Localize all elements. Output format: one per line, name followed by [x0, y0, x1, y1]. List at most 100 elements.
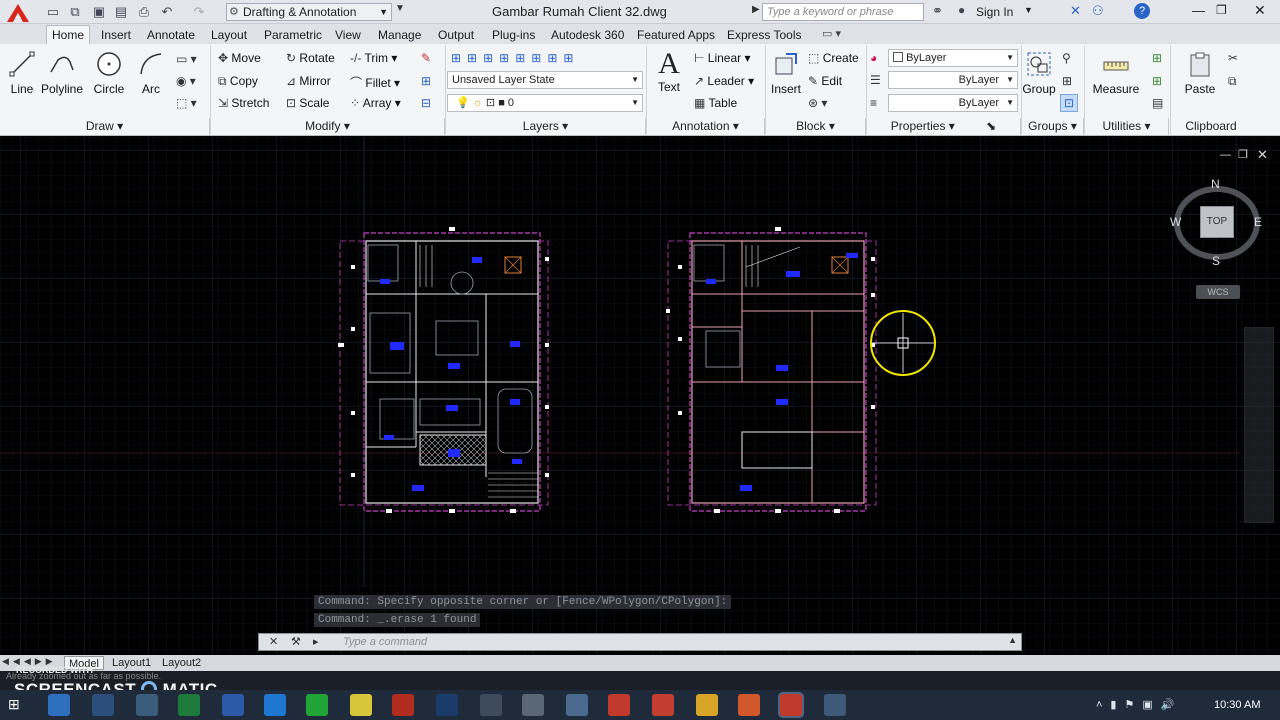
linetype-dropdown[interactable]: ByLayer ▼ — [888, 71, 1018, 89]
text-button[interactable]: A Text — [652, 48, 686, 95]
redo-icon[interactable]: ↷ — [190, 3, 208, 21]
tab-layout2[interactable]: Layout2 — [158, 656, 205, 670]
calculator-icon[interactable]: ▤ — [1152, 96, 1163, 110]
lineweight-dropdown[interactable]: ByLayer ▼ — [888, 94, 1018, 112]
taskbar-photoshop-icon[interactable] — [436, 694, 458, 716]
group-button[interactable]: Group — [1022, 50, 1056, 96]
ribbon-minimize-icon[interactable]: ▭ ▾ — [822, 27, 841, 40]
table-button[interactable]: ▦ Table — [694, 96, 737, 110]
tab-view[interactable]: View — [330, 26, 366, 44]
restore-icon[interactable]: ❐ — [1216, 3, 1227, 17]
cut-icon[interactable]: ✂ — [1228, 51, 1238, 65]
chevron-down-icon[interactable]: ▼ — [1024, 5, 1033, 15]
taskbar-green-app-icon[interactable] — [306, 694, 328, 716]
user-icon[interactable]: ● — [958, 3, 965, 17]
insert-block-button[interactable]: Insert — [768, 50, 804, 96]
open-file-icon[interactable]: ⧉ — [66, 3, 84, 21]
tab-express-tools[interactable]: Express Tools — [722, 26, 806, 44]
polyline-button[interactable]: Polyline — [38, 50, 86, 96]
tab-output[interactable]: Output — [433, 26, 479, 44]
taskbar-app-icon[interactable] — [480, 694, 502, 716]
tab-autodesk-360[interactable]: Autodesk 360 — [546, 26, 629, 44]
command-input[interactable]: Type a command — [343, 636, 427, 648]
taskbar-red-app-icon[interactable] — [652, 694, 674, 716]
stretch-button[interactable]: ⇲ Stretch — [218, 96, 269, 110]
close-command-icon[interactable]: ✕ — [269, 635, 278, 648]
layer-state-dropdown[interactable]: Unsaved Layer State ▼ — [447, 71, 643, 89]
match-properties-icon[interactable]: ◕ — [870, 51, 877, 65]
hatch-icon[interactable]: ◉ ▾ — [176, 74, 196, 88]
stay-connected-icon[interactable]: ⚇ — [1092, 3, 1104, 19]
compass-east[interactable]: E — [1254, 215, 1262, 229]
compass-west[interactable]: W — [1170, 215, 1181, 229]
system-tray-icons[interactable]: ˄▮⚑▣🔊 — [1096, 698, 1182, 711]
copy-clip-icon[interactable]: ⧉ — [1228, 74, 1237, 89]
utilities-panel-title[interactable]: Utilities ▾ — [1085, 118, 1169, 135]
taskbar-word-icon[interactable] — [222, 694, 244, 716]
line-button[interactable]: Line — [4, 50, 40, 96]
create-block-button[interactable]: ⬚ Create — [808, 51, 859, 65]
trim-button[interactable]: -/- Trim ▾ — [350, 51, 397, 65]
layer-tools-icons[interactable]: ⊞⊞⊞⊞⊞⊞⊞⊞ — [451, 51, 579, 65]
tab-parametric[interactable]: Parametric — [259, 26, 327, 44]
erase-icon[interactable]: ✎ — [421, 51, 431, 65]
block-panel-title[interactable]: Block ▾ — [766, 118, 866, 135]
groups-panel-title[interactable]: Groups ▾ — [1022, 118, 1084, 135]
arc-button[interactable]: Arc — [136, 50, 166, 96]
tab-manage[interactable]: Manage — [373, 26, 426, 44]
circle-button[interactable]: Circle — [90, 50, 128, 96]
select-all-icon[interactable]: ⊞ — [1152, 74, 1162, 88]
modify-panel-title[interactable]: Modify ▾ — [211, 118, 445, 135]
taskbar-ie-icon[interactable] — [48, 694, 70, 716]
taskbar-autocad-active-icon[interactable] — [780, 694, 802, 716]
drawing-canvas[interactable]: — ❐ ✕ TOP N S E W WCS Command: Specify o… — [0, 137, 1280, 655]
viewcube-top-face[interactable]: TOP — [1200, 206, 1234, 238]
rotate-button[interactable]: ↻ Rotate — [286, 51, 335, 65]
boundary-icon[interactable]: ⬚ ▾ — [176, 96, 197, 110]
leader-button[interactable]: ↗ Leader ▾ — [694, 74, 754, 88]
fillet-button[interactable]: ⌒ Fillet ▾ — [350, 74, 400, 91]
plot-icon[interactable]: ⎙ — [135, 3, 153, 21]
tab-home[interactable]: Home — [46, 25, 91, 44]
save-as-icon[interactable]: ▤ — [112, 3, 130, 21]
taskbar-pdf-icon[interactable] — [392, 694, 414, 716]
ungroup-icon[interactable]: ⚲ — [1062, 51, 1071, 65]
tab-layout1[interactable]: Layout1 — [108, 656, 155, 670]
taskbar-media-icon[interactable] — [136, 694, 158, 716]
array-button[interactable]: ⁘ Array ▾ — [350, 96, 401, 110]
viewport-minimize-icon[interactable]: — — [1220, 149, 1231, 161]
edit-block-button[interactable]: ✎ Edit — [808, 74, 842, 88]
taskbar-edge-icon[interactable] — [264, 694, 286, 716]
measure-button[interactable]: Measure — [1090, 50, 1142, 96]
close-icon[interactable]: ✕ — [1254, 2, 1266, 19]
linear-button[interactable]: ⊢ Linear ▾ — [694, 51, 751, 65]
move-button[interactable]: ✥ Move — [218, 51, 261, 65]
layers-panel-title[interactable]: Layers ▾ — [446, 118, 646, 135]
paste-button[interactable]: Paste — [1180, 50, 1220, 96]
command-history-toggle-icon[interactable]: ▲ — [1008, 635, 1017, 645]
taskbar-monitor-icon[interactable] — [824, 694, 846, 716]
taskbar-folder-icon[interactable] — [92, 694, 114, 716]
viewport-close-icon[interactable]: ✕ — [1257, 147, 1268, 163]
workspace-dropdown[interactable]: ⚙ Drafting & Annotation ▼ — [226, 3, 392, 21]
wcs-menu[interactable]: WCS — [1196, 285, 1240, 299]
scale-button[interactable]: ⊡ Scale — [286, 96, 329, 110]
viewcube[interactable]: TOP N S E W — [1166, 177, 1270, 267]
properties-panel-title[interactable]: Properties ▾ ⬊ — [867, 118, 1021, 135]
taskbar-excel-icon[interactable] — [178, 694, 200, 716]
quick-select-icon[interactable]: ⊞ — [1152, 51, 1162, 65]
annotation-panel-title[interactable]: Annotation ▾ — [647, 118, 765, 135]
taskbar-chrome-icon[interactable] — [696, 694, 718, 716]
offset-icon[interactable]: ⊟ — [421, 96, 431, 110]
block-attributes-icon[interactable]: ⊛ ▾ — [808, 96, 827, 110]
copy-button[interactable]: ⧉ Copy — [218, 74, 258, 89]
group-edit-icon[interactable]: ⊞ — [1062, 74, 1072, 88]
workspace-menu-arrow[interactable]: ▼ — [395, 3, 405, 14]
panel-launcher-icon[interactable]: ⬊ — [986, 119, 996, 133]
viewport-restore-icon[interactable]: ❐ — [1238, 148, 1248, 161]
save-icon[interactable]: ▣ — [90, 3, 108, 21]
app-menu-button[interactable] — [4, 2, 32, 24]
explode-icon[interactable]: ⊞ — [421, 74, 431, 88]
rectangle-icon[interactable]: ▭ ▾ — [176, 52, 197, 66]
search-input[interactable]: Type a keyword or phrase — [762, 3, 924, 21]
